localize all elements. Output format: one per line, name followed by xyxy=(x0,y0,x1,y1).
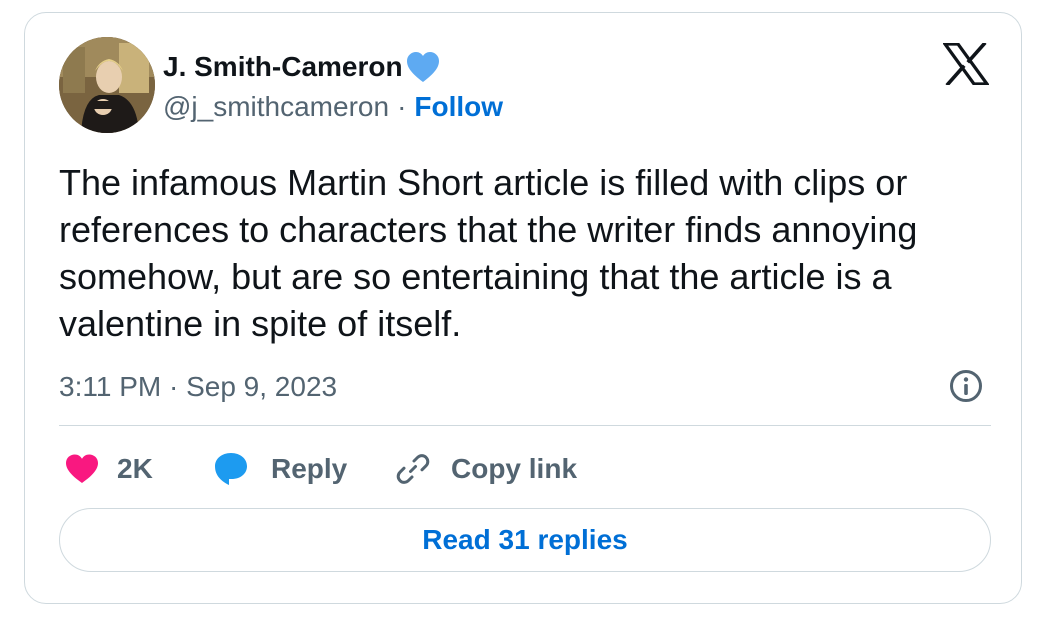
read-replies-button[interactable]: Read 31 replies xyxy=(59,508,991,572)
avatar[interactable] xyxy=(59,37,155,133)
tweet-timestamp[interactable]: 3:11 PM · Sep 9, 2023 xyxy=(59,367,337,407)
tweet-text: The infamous Martin Short article is fil… xyxy=(59,162,918,344)
tweet-card: J. Smith-Cameron @j_smithcameron · Follo… xyxy=(24,12,1022,604)
author-handle[interactable]: @j_smithcameron xyxy=(163,87,389,127)
link-icon xyxy=(396,454,430,484)
copy-link-label: Copy link xyxy=(451,453,578,484)
reply-button[interactable]: Reply xyxy=(213,447,347,491)
follow-button[interactable]: Follow xyxy=(414,87,503,127)
author-name-row: J. Smith-Cameron xyxy=(163,47,441,87)
profile-photo xyxy=(59,37,155,133)
author-display-name[interactable]: J. Smith-Cameron xyxy=(163,47,403,87)
reply-label: Reply xyxy=(271,453,348,484)
read-replies-label: Read 31 replies xyxy=(422,524,628,555)
author-handle-row: @j_smithcameron · Follow xyxy=(163,87,503,127)
reply-bubble-icon xyxy=(215,453,247,485)
info-icon[interactable] xyxy=(949,369,983,403)
verified-heart-icon xyxy=(406,52,439,82)
heart-icon xyxy=(66,454,98,483)
like-button[interactable]: 2K xyxy=(65,447,153,491)
handle-separator: · xyxy=(397,91,407,122)
x-logo-icon[interactable] xyxy=(943,43,989,85)
like-count: 2K xyxy=(117,453,153,484)
divider xyxy=(59,425,991,426)
copy-link-button[interactable]: Copy link xyxy=(395,447,577,491)
